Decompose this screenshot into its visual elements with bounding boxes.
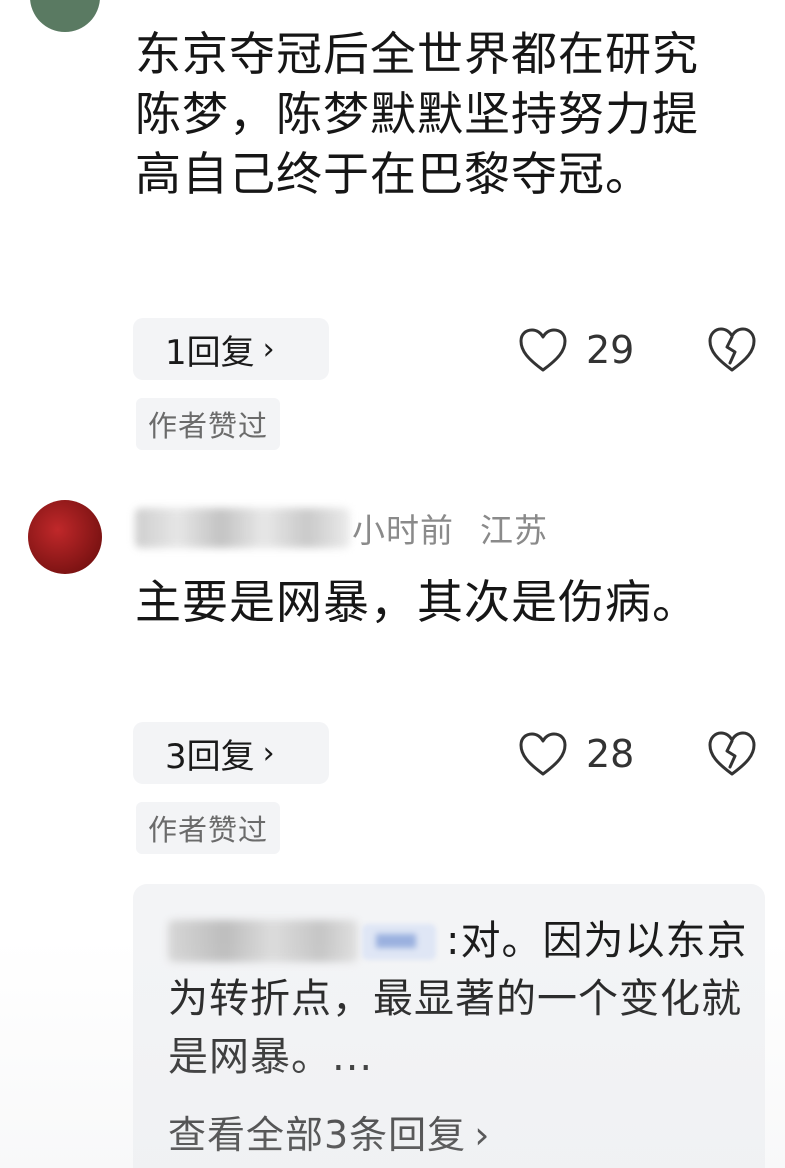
author-liked-badge: 作者赞过 [136, 398, 281, 450]
chevron-right-icon: › [262, 735, 275, 771]
chevron-right-icon: › [262, 331, 275, 367]
avatar[interactable] [28, 500, 102, 574]
like-button[interactable]: 29 [518, 320, 634, 380]
view-all-replies-label: 查看全部3条回复 [168, 1113, 467, 1157]
reply-count-button[interactable]: 1回复 › [133, 318, 329, 380]
heart-outline-icon [519, 328, 567, 372]
author-liked-badge: 作者赞过 [136, 802, 281, 854]
chevron-right-icon: › [474, 1113, 491, 1157]
reply-count-label: 3回复 [165, 736, 255, 777]
username-blurred[interactable] [135, 508, 350, 548]
comment-text: 东京夺冠后全世界都在研究陈梦，陈梦默默坚持努力提高自己终于在巴黎夺冠。 [135, 27, 699, 201]
comment-location: 江苏 [480, 511, 548, 550]
broken-heart-icon[interactable] [706, 729, 758, 777]
like-count: 29 [586, 328, 635, 372]
comment-text: 主要是网暴，其次是伤病。 [135, 575, 699, 629]
comment-time: 小时前 [352, 511, 454, 550]
heart-outline-icon [519, 732, 567, 776]
like-count: 28 [586, 732, 635, 776]
reply-count-button[interactable]: 3回复 › [133, 722, 329, 784]
reply-preview-text: :对。因为以东京为转折点，最显著的一个变化就是网暴。... [168, 918, 748, 1080]
like-button[interactable]: 28 [518, 724, 634, 784]
avatar-artwork [35, 507, 96, 568]
view-all-replies-link[interactable]: 查看全部3条回复 › [168, 1104, 490, 1159]
reply-count-label: 1回复 [165, 332, 255, 373]
comment-meta: 小时前 江苏 [352, 504, 548, 552]
comment-feed: 东京夺冠后全世界都在研究陈梦，陈梦默默坚持努力提高自己终于在巴黎夺冠。 1回复 … [0, 0, 785, 1168]
broken-heart-icon[interactable] [706, 325, 758, 373]
avatar[interactable] [30, 0, 100, 32]
